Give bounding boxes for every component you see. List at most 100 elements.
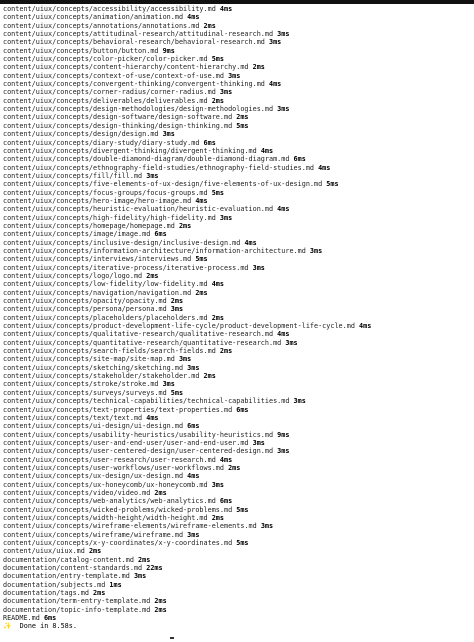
duration: 4ms	[219, 455, 233, 464]
file-path: content/uiux/concepts/annotations/annota…	[3, 21, 200, 30]
output-line: content/uiux/concepts/double-diamond-dia…	[3, 155, 471, 163]
output-line: content/uiux/concepts/user-research/user…	[3, 456, 471, 464]
terminal-output: content/uiux/concepts/accessibility/acce…	[3, 5, 471, 631]
duration: 2ms	[178, 221, 192, 230]
duration: 2ms	[236, 113, 249, 122]
output-line: content/uiux/concepts/ethnography-field-…	[3, 164, 471, 172]
output-line: content/uiux/concepts/deliverables/deliv…	[3, 97, 471, 105]
file-path: content/uiux/concepts/behavioral-researc…	[3, 38, 265, 47]
output-line: content/uiux/concepts/convergent-thinkin…	[3, 80, 471, 88]
file-path: documentation/content-standards.md	[3, 564, 143, 573]
file-path: content/uiux/concepts/user-research/user…	[3, 455, 216, 464]
file-path: content/uiux/concepts/high-fidelity/high…	[3, 213, 216, 222]
file-path: content/uiux/concepts/image/image.md	[3, 230, 151, 239]
duration: 1ms	[109, 580, 122, 589]
output-line: content/uiux/concepts/diary-study/diary-…	[3, 139, 471, 147]
file-path: content/uiux/concepts/content-hierarchy/…	[3, 63, 249, 72]
duration: 2ms	[88, 547, 102, 556]
file-path: content/uiux/concepts/sketching/sketchin…	[3, 363, 184, 372]
output-line: content/uiux/concepts/wireframe-elements…	[3, 522, 471, 530]
output-line: content/uiux/concepts/text-properties/te…	[3, 406, 471, 414]
duration: 5ms	[236, 505, 249, 514]
duration: 3ms	[260, 522, 274, 531]
output-line: content/uiux/concepts/heuristic-evaluati…	[3, 205, 471, 213]
output-line: content/uiux/concepts/search-fields/sear…	[3, 347, 471, 355]
file-path: content/uiux/concepts/video/video.md	[3, 488, 151, 497]
file-path: content/uiux/concepts/iterative-process/…	[3, 263, 249, 272]
output-line: content/uiux/concepts/iterative-process/…	[3, 264, 471, 272]
output-line: content/uiux/concepts/annotations/annota…	[3, 22, 471, 30]
output-line: content/uiux/concepts/inclusive-design/i…	[3, 239, 471, 247]
file-path: content/uiux/concepts/button/button.md	[3, 46, 159, 55]
file-path: content/uiux/concepts/user-workflows/use…	[3, 463, 224, 472]
file-path: content/uiux/concepts/diary-study/diary-…	[3, 138, 200, 147]
terminal-cursor	[170, 637, 174, 639]
duration: 4ms	[219, 5, 233, 13]
output-line: documentation/entry-template.md 3ms	[3, 572, 471, 580]
duration: 2ms	[219, 347, 233, 356]
duration: 2ms	[203, 21, 216, 30]
file-path: content/uiux/concepts/user-centered-desi…	[3, 447, 274, 456]
file-path: content/uiux/concepts/five-elements-of-u…	[3, 180, 323, 189]
file-path: documentation/subjects.md	[3, 580, 106, 589]
duration: 2ms	[154, 605, 167, 614]
output-line: content/uiux/concepts/accessibility/acce…	[3, 5, 471, 13]
duration: 2ms	[211, 96, 224, 105]
duration: 3ms	[309, 246, 323, 255]
file-path: content/uiux/concepts/animation/animatio…	[3, 13, 184, 22]
output-line: content/uiux/concepts/navigation/navigat…	[3, 289, 471, 297]
duration: 3ms	[277, 30, 290, 39]
output-line: content/uiux/concepts/fill/fill.md 3ms	[3, 172, 471, 180]
duration: 3ms	[277, 105, 290, 114]
file-path: content/uiux/concepts/interviews/intervi…	[3, 255, 192, 264]
file-path: content/uiux/concepts/design-methodologi…	[3, 105, 274, 114]
duration: 9ms	[162, 46, 175, 55]
duration: 5ms	[326, 180, 339, 189]
duration: 2ms	[203, 372, 216, 381]
output-line: content/uiux/concepts/animation/animatio…	[3, 13, 471, 21]
file-path: content/uiux/concepts/usability-heuristi…	[3, 430, 274, 439]
duration: 6ms	[293, 155, 306, 164]
duration: 3ms	[133, 572, 147, 581]
file-path: content/uiux/concepts/quantitative-resea…	[3, 338, 282, 347]
file-path: content/uiux/concepts/ui-design/ui-desig…	[3, 422, 184, 431]
output-line: content/uiux/concepts/design-software/de…	[3, 113, 471, 121]
file-path: content/uiux/concepts/placeholders/place…	[3, 313, 208, 322]
duration: 2ms	[252, 63, 265, 72]
output-line: content/uiux/concepts/quantitative-resea…	[3, 339, 471, 347]
file-path: content/uiux/concepts/color-picker/color…	[3, 55, 208, 64]
file-path: content/uiux/concepts/site-map/site-map.…	[3, 355, 175, 364]
output-line: content/uiux/concepts/wicked-problems/wi…	[3, 506, 471, 514]
duration: 2ms	[195, 288, 208, 297]
file-path: content/uiux/concepts/heuristic-evaluati…	[3, 205, 274, 214]
file-path: content/uiux/uiux.md	[3, 547, 85, 556]
file-path: content/uiux/concepts/information-archit…	[3, 246, 306, 255]
duration: 3ms	[252, 438, 265, 447]
duration: 6ms	[236, 405, 249, 414]
output-line: content/uiux/concepts/divergent-thinking…	[3, 147, 471, 155]
file-path: content/uiux/concepts/web-analytics/web-…	[3, 497, 216, 506]
output-line: content/uiux/concepts/user-workflows/use…	[3, 464, 471, 472]
output-line: content/uiux/concepts/attitudinal-resear…	[3, 30, 471, 38]
duration: 2ms	[138, 555, 151, 564]
output-line: content/uiux/concepts/video/video.md 2ms	[3, 489, 471, 497]
duration: 3ms	[162, 380, 175, 389]
file-path: content/uiux/concepts/deliverables/deliv…	[3, 96, 208, 105]
output-line: content/uiux/concepts/hero-image/hero-im…	[3, 197, 471, 205]
output-line: content/uiux/concepts/ux-design/ux-desig…	[3, 472, 471, 480]
output-line: content/uiux/concepts/web-analytics/web-…	[3, 497, 471, 505]
duration: 2ms	[211, 513, 224, 522]
file-path: content/uiux/concepts/double-diamond-dia…	[3, 155, 290, 164]
file-path: content/uiux/concepts/ethnography-field-…	[3, 163, 314, 172]
file-path: content/uiux/concepts/wicked-problems/wi…	[3, 505, 233, 514]
output-line: documentation/content-standards.md 22ms	[3, 564, 471, 572]
file-path: content/uiux/concepts/persona/persona.md	[3, 305, 167, 314]
file-path: content/uiux/concepts/hero-image/hero-im…	[3, 196, 192, 205]
output-line: content/uiux/concepts/placeholders/place…	[3, 314, 471, 322]
file-path: content/uiux/concepts/user-and-end-user/…	[3, 438, 249, 447]
output-line: content/uiux/concepts/color-picker/color…	[3, 55, 471, 63]
file-path: content/uiux/concepts/opacity/opacity.md	[3, 297, 167, 306]
duration: 9ms	[277, 430, 290, 439]
duration: 2ms	[211, 313, 224, 322]
duration: 4ms	[277, 205, 290, 214]
